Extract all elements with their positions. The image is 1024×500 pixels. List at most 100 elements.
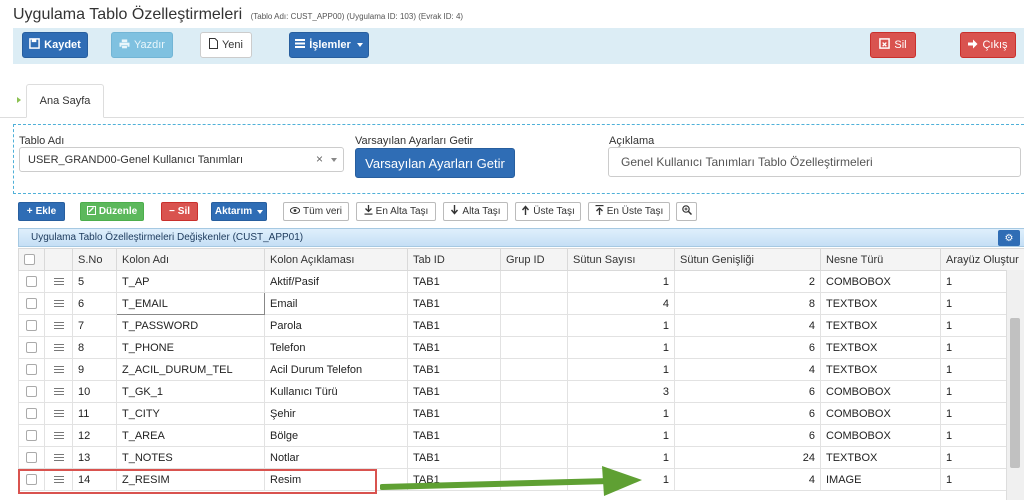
cell-column-width[interactable]: 8 bbox=[674, 292, 821, 315]
column-header-sno[interactable]: S.No bbox=[72, 248, 117, 271]
all-data-button[interactable]: Tüm veri bbox=[283, 202, 349, 221]
table-row[interactable]: 12 T_AREA Bölge TAB1 1 6 COMBOBOX 1 bbox=[18, 424, 1024, 447]
column-header-column-name[interactable]: Kolon Adı bbox=[116, 248, 265, 271]
move-down-button[interactable]: Alta Taşı bbox=[443, 202, 508, 221]
drag-handle-icon[interactable] bbox=[44, 446, 73, 469]
cell-object-type[interactable]: IMAGE bbox=[820, 468, 941, 491]
cell-group-id[interactable] bbox=[500, 402, 568, 425]
new-button[interactable]: Yeni bbox=[200, 32, 252, 58]
column-header-column-count[interactable]: Sütun Sayısı bbox=[567, 248, 675, 271]
cell-column-description[interactable]: Aktif/Pasif bbox=[264, 270, 408, 293]
settings-icon[interactable]: ⚙ bbox=[998, 230, 1020, 246]
select-all-checkbox[interactable] bbox=[18, 248, 45, 271]
cell-tab-id[interactable]: TAB1 bbox=[407, 314, 501, 337]
add-row-button[interactable]: + Ekle bbox=[18, 202, 65, 221]
move-bottom-button[interactable]: En Alta Taşı bbox=[356, 202, 436, 221]
cell-column-name[interactable]: T_PASSWORD bbox=[116, 314, 265, 337]
drag-handle-icon[interactable] bbox=[44, 380, 73, 403]
cell-column-description[interactable]: Acil Durum Telefon bbox=[264, 358, 408, 381]
cell-column-count[interactable]: 1 bbox=[567, 424, 675, 447]
description-input[interactable]: Genel Kullanıcı Tanımları Tablo Özelleşt… bbox=[608, 147, 1021, 177]
cell-group-id[interactable] bbox=[500, 380, 568, 403]
cell-group-id[interactable] bbox=[500, 358, 568, 381]
move-up-button[interactable]: Üste Taşı bbox=[515, 202, 581, 221]
print-button[interactable]: Yazdır bbox=[111, 32, 173, 58]
cell-column-description[interactable]: Kullanıcı Türü bbox=[264, 380, 408, 403]
cell-sno[interactable]: 6 bbox=[72, 292, 117, 315]
drag-handle-icon[interactable] bbox=[44, 270, 73, 293]
table-name-select[interactable]: USER_GRAND00-Genel Kullanıcı Tanımları × bbox=[19, 147, 344, 172]
clear-icon[interactable]: × bbox=[316, 152, 323, 166]
cell-sno[interactable]: 13 bbox=[72, 446, 117, 469]
cell-object-type[interactable]: COMBOBOX bbox=[820, 402, 941, 425]
cell-sno[interactable]: 9 bbox=[72, 358, 117, 381]
cell-object-type[interactable]: COMBOBOX bbox=[820, 424, 941, 447]
table-row[interactable]: 7 T_PASSWORD Parola TAB1 1 4 TEXTBOX 1 bbox=[18, 314, 1024, 337]
cell-column-count[interactable]: 1 bbox=[567, 314, 675, 337]
cell-column-width[interactable]: 6 bbox=[674, 380, 821, 403]
cell-column-name[interactable]: T_CITY bbox=[116, 402, 265, 425]
cell-sno[interactable]: 11 bbox=[72, 402, 117, 425]
column-header-object-type[interactable]: Nesne Türü bbox=[820, 248, 941, 271]
cell-column-name[interactable]: T_PHONE bbox=[116, 336, 265, 359]
move-top-button[interactable]: En Üste Taşı bbox=[588, 202, 670, 221]
cell-group-id[interactable] bbox=[500, 314, 568, 337]
cell-column-count[interactable]: 1 bbox=[567, 402, 675, 425]
cell-sno[interactable]: 7 bbox=[72, 314, 117, 337]
cell-column-name[interactable]: T_AREA bbox=[116, 424, 265, 447]
cell-column-count[interactable]: 4 bbox=[567, 292, 675, 315]
table-row[interactable]: 5 T_AP Aktif/Pasif TAB1 1 2 COMBOBOX 1 bbox=[18, 270, 1024, 293]
drag-handle-icon[interactable] bbox=[44, 314, 73, 337]
cell-tab-id[interactable]: TAB1 bbox=[407, 402, 501, 425]
cell-column-width[interactable]: 6 bbox=[674, 336, 821, 359]
column-header-tab-id[interactable]: Tab ID bbox=[407, 248, 501, 271]
table-row[interactable]: 10 T_GK_1 Kullanıcı Türü TAB1 3 6 COMBOBOX 1 bbox=[18, 380, 1024, 403]
cell-column-width[interactable]: 4 bbox=[674, 358, 821, 381]
column-header-create-ui[interactable]: Arayüz Oluştur bbox=[940, 248, 1024, 271]
cell-column-description[interactable]: Bölge bbox=[264, 424, 408, 447]
cell-column-width[interactable]: 24 bbox=[674, 446, 821, 469]
row-checkbox[interactable] bbox=[18, 380, 45, 403]
chevron-down-icon[interactable] bbox=[331, 158, 337, 162]
cell-object-type[interactable]: TEXTBOX bbox=[820, 292, 941, 315]
actions-dropdown-button[interactable]: İşlemler bbox=[289, 32, 369, 58]
row-checkbox[interactable] bbox=[18, 336, 45, 359]
cell-group-id[interactable] bbox=[500, 424, 568, 447]
table-row[interactable]: 6 T_EMAIL Email TAB1 4 8 TEXTBOX 1 bbox=[18, 292, 1024, 315]
cell-sno[interactable]: 12 bbox=[72, 424, 117, 447]
cell-group-id[interactable] bbox=[500, 270, 568, 293]
cell-tab-id[interactable]: TAB1 bbox=[407, 358, 501, 381]
cell-column-description[interactable]: Email bbox=[264, 292, 408, 315]
cell-column-description[interactable]: Parola bbox=[264, 314, 408, 337]
drag-handle-icon[interactable] bbox=[44, 336, 73, 359]
cell-tab-id[interactable]: TAB1 bbox=[407, 292, 501, 315]
cell-column-count[interactable]: 1 bbox=[567, 270, 675, 293]
cell-object-type[interactable]: TEXTBOX bbox=[820, 314, 941, 337]
cell-column-name[interactable]: Z_ACIL_DURUM_TEL bbox=[116, 358, 265, 381]
cell-column-width[interactable]: 6 bbox=[674, 402, 821, 425]
row-checkbox[interactable] bbox=[18, 446, 45, 469]
cell-column-count[interactable]: 1 bbox=[567, 336, 675, 359]
drag-handle-icon[interactable] bbox=[44, 292, 73, 315]
column-header-column-width[interactable]: Sütun Genişliği bbox=[674, 248, 821, 271]
search-button[interactable] bbox=[676, 202, 697, 221]
cell-column-name[interactable]: T_AP bbox=[116, 270, 265, 293]
column-header-column-description[interactable]: Kolon Açıklaması bbox=[264, 248, 408, 271]
save-button[interactable]: Kaydet bbox=[22, 32, 88, 58]
delete-button[interactable]: Sil bbox=[870, 32, 916, 58]
edit-row-button[interactable]: Düzenle bbox=[80, 202, 144, 221]
get-defaults-button[interactable]: Varsayılan Ayarları Getir bbox=[355, 148, 515, 178]
cell-tab-id[interactable]: TAB1 bbox=[407, 336, 501, 359]
row-checkbox[interactable] bbox=[18, 424, 45, 447]
cell-group-id[interactable] bbox=[500, 292, 568, 315]
cell-object-type[interactable]: TEXTBOX bbox=[820, 446, 941, 469]
drag-handle-icon[interactable] bbox=[44, 402, 73, 425]
cell-tab-id[interactable]: TAB1 bbox=[407, 380, 501, 403]
column-header-group-id[interactable]: Grup ID bbox=[500, 248, 568, 271]
drag-handle-icon[interactable] bbox=[44, 424, 73, 447]
cell-sno[interactable]: 10 bbox=[72, 380, 117, 403]
cell-object-type[interactable]: COMBOBOX bbox=[820, 380, 941, 403]
cell-column-width[interactable]: 4 bbox=[674, 314, 821, 337]
delete-row-button[interactable]: − Sil bbox=[161, 202, 198, 221]
cell-sno[interactable]: 5 bbox=[72, 270, 117, 293]
